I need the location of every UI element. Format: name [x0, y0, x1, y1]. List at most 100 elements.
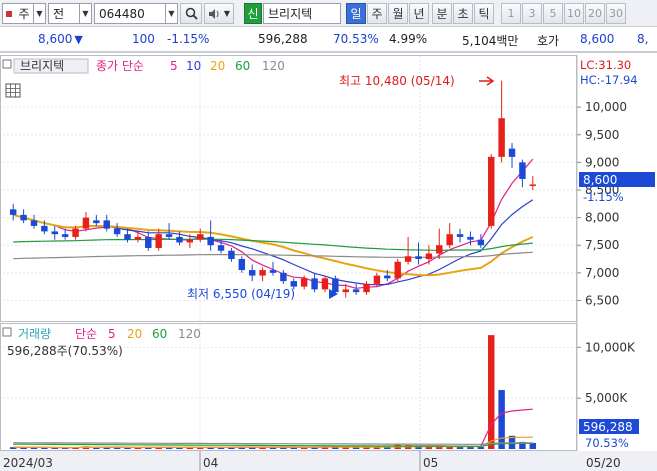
- ma-legend-20: 20: [210, 59, 225, 73]
- candle-body: [207, 236, 214, 246]
- current-volume-pct: 70.53%: [585, 436, 629, 450]
- search-icon: [185, 7, 198, 20]
- candle-body: [498, 118, 505, 157]
- candle-body: [373, 275, 381, 284]
- period-tab-6[interactable]: 틱: [474, 3, 494, 24]
- candle-body: [248, 270, 256, 276]
- candle-body: [467, 236, 474, 240]
- candle-body: [186, 239, 194, 243]
- candle-body: [103, 220, 110, 229]
- candle-body: [394, 261, 401, 279]
- volume-tick-label: 5,000K: [585, 391, 628, 405]
- candle-body: [269, 270, 277, 273]
- time-label-2024-03: 2024/03: [3, 456, 53, 470]
- candle-body: [290, 281, 298, 287]
- chart-area[interactable]: 10,000 9,500 9,000 8,500 8,000 7,500 7,000 6,50…: [0, 55, 657, 471]
- chevron-down-icon[interactable]: ▼: [221, 4, 233, 23]
- ma-legend-60: 60: [235, 59, 250, 73]
- price-tick-label: 8,000: [585, 211, 619, 225]
- lc-value: LC:31.30: [580, 58, 631, 72]
- candle-body: [61, 234, 69, 237]
- hoga-trail: 8,: [637, 32, 649, 46]
- period-tab-0[interactable]: 일: [346, 3, 366, 24]
- current-price-label: 8,600: [583, 173, 617, 187]
- price-tick-label: 9,500: [585, 128, 619, 142]
- candle-body: [217, 245, 225, 251]
- hc-value: HC:-17.94: [580, 73, 638, 87]
- jeon-select[interactable]: 전 ▼: [48, 3, 92, 24]
- sound-button[interactable]: ▼: [204, 3, 234, 24]
- volume-title: 거래량: [18, 327, 51, 341]
- candle-body: [425, 253, 433, 260]
- candle-body: [238, 259, 246, 271]
- candle-body: [477, 239, 485, 246]
- trade-amount: 5,104백만: [462, 34, 519, 48]
- sin-badge[interactable]: 신: [244, 3, 262, 24]
- stock-chart[interactable]: 10,0009,5009,0008,5008,0007,5007,0006,50…: [0, 55, 657, 471]
- candle-body: [352, 289, 360, 293]
- chevron-down-icon[interactable]: ▼: [79, 4, 91, 23]
- toolbar: 주 ▼ 전 ▼ 064480 ▼ ▼ 신 브리지텍 일 주 월 년 분 초 틱 1 3 5 10 20…: [0, 0, 657, 27]
- price-tick-label: 7,500: [585, 238, 619, 252]
- candle-body: [41, 225, 48, 232]
- candle-body: [30, 220, 38, 226]
- search-button[interactable]: [180, 3, 202, 24]
- vol-ma-legend-20: 20: [127, 327, 142, 341]
- period-tab-3[interactable]: 년: [409, 3, 429, 24]
- table-icon[interactable]: [5, 83, 21, 98]
- period-tab-5[interactable]: 초: [453, 3, 473, 24]
- candle-body: [436, 245, 443, 254]
- period-tab-1[interactable]: 주: [367, 3, 387, 24]
- candle-body: [176, 236, 183, 243]
- ma-legend-label: 종가 단순: [96, 59, 144, 73]
- period-tab-2[interactable]: 월: [388, 3, 408, 24]
- interval-tab-10[interactable]: 10: [564, 3, 584, 24]
- candle-body: [93, 220, 100, 224]
- interval-tab-20[interactable]: 20: [585, 3, 605, 24]
- vol-ma-legend-120: 120: [178, 327, 201, 341]
- candle-body: [124, 234, 131, 240]
- candle-body: [20, 214, 27, 221]
- volume-tick-label: 10,000K: [585, 340, 636, 354]
- candle-body: [280, 272, 287, 282]
- candle-body: [508, 148, 516, 157]
- vol-ma-legend-5: 5: [108, 327, 116, 341]
- price-tick-label: 10,000: [585, 100, 627, 114]
- interval-tab-3[interactable]: 3: [522, 3, 542, 24]
- time-label-05: 05: [423, 456, 438, 470]
- candle-body: [332, 278, 339, 293]
- candle-body: [321, 278, 329, 290]
- candle-body: [415, 256, 422, 260]
- stock-name[interactable]: 브리지텍: [263, 3, 341, 24]
- time-label-04: 04: [203, 456, 218, 470]
- code-input[interactable]: 064480 ▼: [94, 3, 178, 24]
- chevron-down-icon[interactable]: ▼: [32, 4, 45, 23]
- candle-body: [165, 234, 173, 237]
- interval-tab-1[interactable]: 1: [501, 3, 521, 24]
- candle-body: [9, 209, 17, 215]
- volume-summary: 596,288주(70.53%): [7, 344, 123, 358]
- candle-body: [72, 228, 79, 237]
- candle-body: [311, 278, 318, 290]
- period-tab-4[interactable]: 분: [432, 3, 452, 24]
- candle-body: [342, 289, 349, 293]
- quote-bar: 8,600 ▼ 100 -1.15% 596,288 70.53% 4.99% 5…: [0, 27, 657, 53]
- high-annotation: 최고 10,480 (05/14): [339, 74, 455, 88]
- candle-body: [51, 231, 58, 235]
- ma-legend-10: 10: [186, 59, 201, 73]
- price-tick-label: 7,000: [585, 266, 619, 280]
- interval-tab-30[interactable]: 30: [606, 3, 626, 24]
- chevron-down-icon[interactable]: ▼: [165, 4, 177, 23]
- interval-tab-5[interactable]: 5: [543, 3, 563, 24]
- candle-body: [145, 236, 152, 248]
- hoga-label: 호가: [537, 34, 560, 48]
- price-tick-label: 9,000: [585, 155, 619, 169]
- market-select[interactable]: 주 ▼: [2, 3, 46, 24]
- candle-body: [155, 234, 162, 248]
- candle-body: [529, 184, 537, 186]
- candle-body: [259, 270, 266, 276]
- candle-body: [228, 250, 235, 260]
- volume-bar: [477, 446, 485, 449]
- volume-bar: [488, 335, 495, 449]
- low-annotation: 최저 6,550 (04/19): [187, 287, 295, 301]
